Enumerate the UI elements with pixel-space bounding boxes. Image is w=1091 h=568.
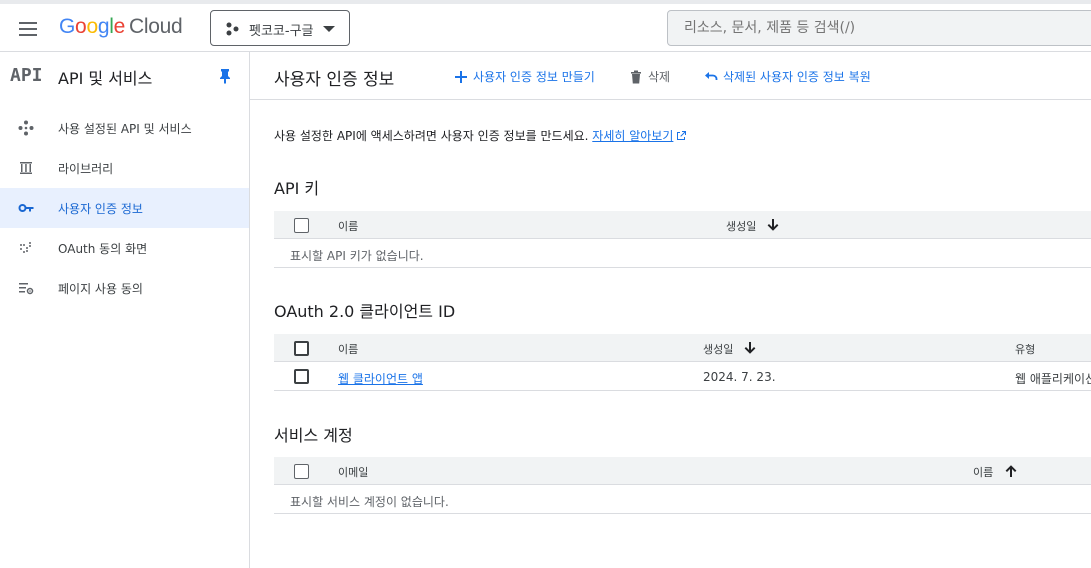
sidebar-item-library[interactable]: 라이브러리 — [0, 148, 249, 188]
column-created[interactable]: 생성일 — [726, 218, 756, 234]
undo-icon — [705, 71, 718, 80]
oauth-dots-icon — [20, 242, 31, 253]
intro-text: 사용 설정한 API에 액세스하려면 사용자 인증 정보를 만드세요. 자세히 … — [274, 127, 687, 144]
row-checkbox[interactable] — [294, 369, 309, 384]
column-created[interactable]: 생성일 — [703, 341, 733, 357]
key-icon — [18, 204, 34, 212]
oauth-clients-title: OAuth 2.0 클라이언트 ID — [274, 302, 456, 321]
settings-list-icon — [19, 283, 34, 295]
api-logo-icon: API — [10, 65, 43, 86]
table-header: 이름 생성일 유형 — [274, 334, 1091, 362]
page-title: 사용자 인증 정보 — [274, 70, 395, 90]
sidebar-item-page-usage-consent[interactable]: 페이지 사용 동의 — [0, 268, 249, 308]
column-name[interactable]: 이름 — [338, 218, 358, 234]
create-credentials-label: 사용자 인증 정보 만들기 — [473, 70, 595, 84]
trash-icon — [631, 70, 641, 83]
sidebar-item-credentials[interactable]: 사용자 인증 정보 — [0, 188, 249, 228]
sidebar-item-label: 페이지 사용 동의 — [58, 282, 143, 296]
sidebar-item-label: 사용자 인증 정보 — [58, 202, 143, 216]
create-credentials-button[interactable]: 사용자 인증 정보 만들기 — [454, 68, 595, 85]
empty-message: 표시할 서비스 계정이 없습니다. — [290, 495, 449, 509]
api-keys-title: API 키 — [274, 179, 320, 198]
diamond-dots-icon — [18, 120, 34, 136]
column-name[interactable]: 이름 — [973, 464, 993, 480]
api-keys-table: 이름 생성일 표시할 API 키가 없습니다. — [274, 211, 1091, 268]
table-row: 웹 클라이언트 앱 2024. 7. 23. 웹 애플리케이션 — [274, 362, 1091, 391]
top-bar: Google Cloud 펫코코-구글 — [0, 0, 1091, 52]
sidebar-item-label: 사용 설정된 API 및 서비스 — [58, 122, 192, 136]
sidebar-item-label: 라이브러리 — [58, 162, 114, 176]
select-all-checkbox[interactable] — [294, 464, 309, 479]
sidebar: API API 및 서비스 사용 설정된 API 및 서비스 라이브러리 사용자… — [0, 52, 250, 568]
arrow-down-icon[interactable] — [766, 218, 780, 232]
select-all-checkbox[interactable] — [294, 341, 309, 356]
plus-icon — [455, 70, 467, 83]
column-name[interactable]: 이름 — [338, 341, 358, 357]
sidebar-header: API API 및 서비스 — [0, 52, 249, 100]
google-cloud-logo[interactable]: Google Cloud — [59, 15, 183, 39]
service-accounts-table: 이메일 이름 표시할 서비스 계정이 없습니다. — [274, 457, 1091, 514]
restore-deleted-label: 삭제된 사용자 인증 정보 복원 — [723, 70, 871, 84]
library-icon — [20, 162, 32, 174]
sidebar-item-oauth-consent[interactable]: OAuth 동의 화면 — [0, 228, 249, 268]
sidebar-nav: 사용 설정된 API 및 서비스 라이브러리 사용자 인증 정보 OAuth 동… — [0, 108, 249, 308]
column-email[interactable]: 이메일 — [338, 464, 368, 480]
oauth-clients-table: 이름 생성일 유형 웹 클라이언트 앱 2024. 7. 23. 웹 애플리케이… — [274, 334, 1091, 391]
restore-deleted-button[interactable]: 삭제된 사용자 인증 정보 복원 — [704, 68, 871, 85]
table-row: 표시할 API 키가 없습니다. — [274, 239, 1091, 268]
intro-message: 사용 설정한 API에 액세스하려면 사용자 인증 정보를 만드세요. — [274, 129, 593, 143]
delete-label: 삭제 — [648, 70, 671, 84]
select-all-checkbox[interactable] — [294, 218, 309, 233]
learn-more-link[interactable]: 자세히 알아보기 — [592, 129, 673, 143]
client-type: 웹 애플리케이션 — [1015, 372, 1091, 386]
pin-icon[interactable] — [218, 68, 232, 84]
client-name-link[interactable]: 웹 클라이언트 앱 — [338, 370, 423, 387]
chevron-down-icon — [323, 26, 335, 32]
main-content: 사용자 인증 정보 사용자 인증 정보 만들기 삭제 삭제된 사용자 인증 정보… — [250, 52, 1091, 568]
arrow-down-icon[interactable] — [743, 341, 757, 355]
arrow-up-icon[interactable] — [1004, 464, 1018, 478]
project-name: 펫코코-구글 — [249, 24, 314, 39]
external-link-icon[interactable] — [676, 130, 687, 141]
service-accounts-title: 서비스 계정 — [274, 426, 353, 445]
client-created-date: 2024. 7. 23. — [703, 370, 776, 384]
project-selector[interactable]: 펫코코-구글 — [210, 10, 350, 46]
project-dots-icon — [226, 22, 239, 36]
action-bar: 사용자 인증 정보 사용자 인증 정보 만들기 삭제 삭제된 사용자 인증 정보… — [250, 52, 1091, 100]
column-type[interactable]: 유형 — [1015, 341, 1035, 357]
empty-message: 표시할 API 키가 없습니다. — [290, 249, 424, 263]
sidebar-item-enabled-apis[interactable]: 사용 설정된 API 및 서비스 — [0, 108, 249, 148]
delete-button[interactable]: 삭제 — [629, 68, 670, 85]
table-row: 표시할 서비스 계정이 없습니다. — [274, 485, 1091, 514]
sidebar-title: API 및 서비스 — [58, 69, 153, 88]
search-input[interactable] — [667, 10, 1091, 46]
table-header: 이메일 이름 — [274, 457, 1091, 485]
table-header: 이름 생성일 — [274, 211, 1091, 239]
sidebar-item-label: OAuth 동의 화면 — [58, 242, 148, 256]
main-menu-button[interactable] — [16, 17, 40, 41]
